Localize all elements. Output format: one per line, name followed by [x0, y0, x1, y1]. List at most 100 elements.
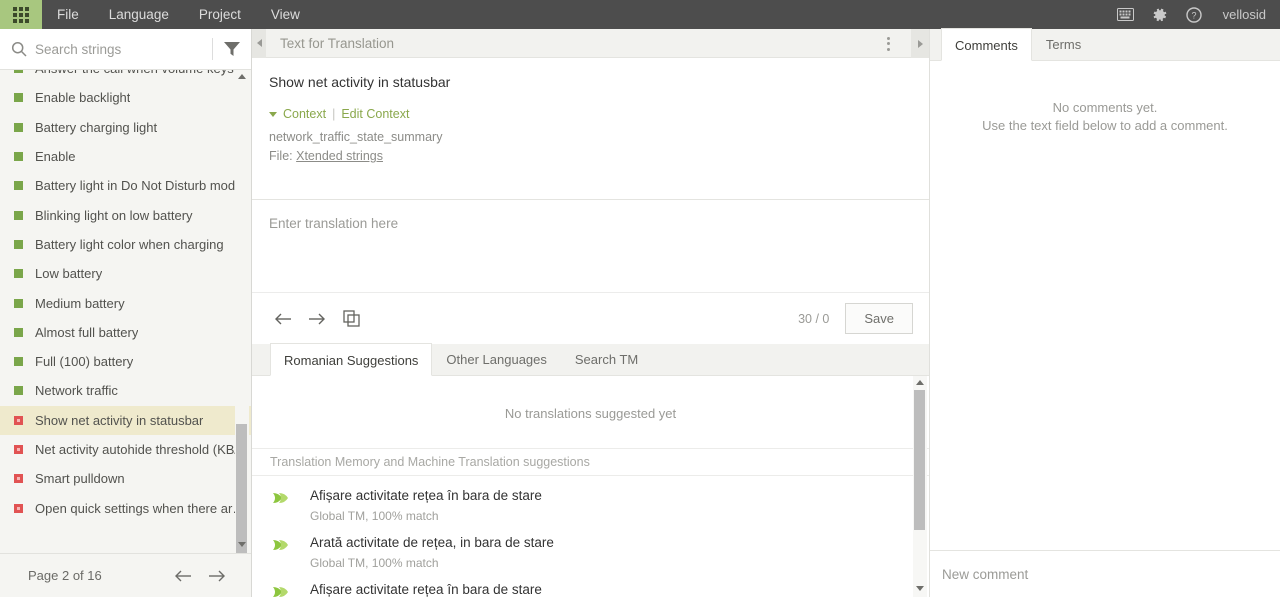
- list-item-selected[interactable]: Show net activity in statusbar: [0, 405, 251, 435]
- menu-file[interactable]: File: [42, 0, 94, 29]
- comments-tabs: Comments Terms: [930, 28, 1280, 61]
- suggestion-tabs: Romanian Suggestions Other Languages Sea…: [252, 343, 929, 376]
- collapse-right-panel-icon[interactable]: [911, 29, 929, 58]
- list-item[interactable]: Open quick settings when there are ...: [0, 493, 251, 522]
- translation-memory-icon: [270, 537, 290, 553]
- help-icon[interactable]: ?: [1177, 0, 1211, 29]
- tab-other-languages[interactable]: Other Languages: [432, 343, 560, 375]
- comments-empty-line2: Use the text field below to add a commen…: [982, 117, 1228, 133]
- copy-source-icon[interactable]: [338, 306, 364, 332]
- suggestion-item[interactable]: Afișare activitate rețea în bara de star…: [252, 476, 929, 523]
- tab-search-tm[interactable]: Search TM: [561, 343, 652, 375]
- context-key-text: network_traffic_state_summary: [269, 130, 443, 144]
- list-item[interactable]: Enable: [0, 142, 251, 171]
- filter-icon[interactable]: [213, 29, 251, 70]
- scroll-down-arrow[interactable]: [238, 542, 247, 549]
- new-comment-input[interactable]: [942, 566, 1260, 582]
- menu-view[interactable]: View: [256, 0, 315, 29]
- list-item-label: Full (100) battery: [35, 354, 134, 370]
- list-item[interactable]: Enable backlight: [0, 83, 251, 112]
- more-options-icon[interactable]: [877, 29, 899, 58]
- source-header: Text for Translation: [252, 28, 929, 58]
- scroll-down-arrow[interactable]: [916, 586, 925, 593]
- suggestions-scrollbar[interactable]: [913, 376, 927, 597]
- edit-context-link[interactable]: Edit Context: [341, 107, 409, 121]
- search-icon: [11, 41, 27, 57]
- list-item[interactable]: Low battery: [0, 259, 251, 288]
- status-marker: [14, 239, 23, 249]
- suggestions-panel[interactable]: No translations suggested yet Translatio…: [252, 376, 929, 597]
- tm-section-label: Translation Memory and Machine Translati…: [252, 448, 929, 476]
- suggestion-content: Afișare activitate rețea în bara de star…: [310, 488, 542, 523]
- tab-romanian-suggestions[interactable]: Romanian Suggestions: [270, 343, 433, 376]
- file-label: File:: [269, 149, 293, 163]
- previous-page-arrow-icon[interactable]: [171, 564, 195, 588]
- grid-apps-icon: [13, 6, 29, 23]
- list-item[interactable]: Battery light in Do Not Disturb mode: [0, 171, 251, 200]
- list-item[interactable]: Answer the call when volume keys p...: [0, 70, 251, 83]
- save-button[interactable]: Save: [845, 303, 913, 334]
- previous-string-arrow-icon[interactable]: [270, 306, 296, 332]
- scrollbar-thumb[interactable]: [914, 390, 925, 530]
- list-item[interactable]: Battery charging light: [0, 113, 251, 142]
- tab-terms[interactable]: Terms: [1032, 28, 1095, 60]
- list-item[interactable]: Medium battery: [0, 288, 251, 317]
- suggestion-content: Afișare activitate rețea în bara de star…: [310, 582, 542, 597]
- comments-empty-line1: No comments yet.: [1052, 100, 1158, 115]
- scroll-up-arrow[interactable]: [238, 74, 247, 81]
- translation-memory-icon: [270, 584, 290, 597]
- list-item[interactable]: Full (100) battery: [0, 347, 251, 376]
- context-file-row: File: Xtended strings: [269, 149, 929, 163]
- status-marker: [14, 445, 23, 454]
- chevron-down-icon[interactable]: [269, 111, 277, 117]
- comments-panel: Comments Terms No comments yet. Use the …: [929, 28, 1280, 597]
- source-string-text: Show net activity in statusbar: [269, 74, 451, 90]
- sidebar-scrollbar[interactable]: [235, 70, 249, 553]
- file-link[interactable]: Xtended strings: [296, 149, 383, 163]
- strings-list[interactable]: Answer the call when volume keys p... En…: [0, 70, 251, 553]
- search-input[interactable]: [35, 41, 212, 57]
- menu-language[interactable]: Language: [94, 0, 184, 29]
- context-row: Context | Edit Context: [269, 107, 929, 121]
- comments-body: No comments yet. Use the text field belo…: [930, 61, 1280, 550]
- list-item-label: Enable backlight: [35, 90, 131, 106]
- translation-editor: Text for Translation Show net activity i…: [252, 28, 929, 597]
- translation-input[interactable]: [269, 216, 896, 276]
- suggestion-item[interactable]: Arată activitate de rețea, in bara de st…: [252, 523, 929, 570]
- source-text-block: Show net activity in statusbar Context |…: [252, 58, 929, 200]
- user-menu[interactable]: vellosid: [1223, 7, 1266, 22]
- gear-icon[interactable]: [1143, 0, 1177, 29]
- strings-sidebar: Answer the call when volume keys p... En…: [0, 29, 252, 597]
- context-separator: |: [332, 107, 336, 121]
- status-marker: [14, 181, 23, 191]
- menu-project[interactable]: Project: [184, 0, 256, 29]
- list-item[interactable]: Network traffic: [0, 376, 251, 405]
- tab-comments[interactable]: Comments: [941, 28, 1032, 61]
- list-item-label: Network traffic: [35, 383, 118, 399]
- list-item[interactable]: Smart pulldown: [0, 464, 251, 493]
- strings-scroll-content: Answer the call when volume keys p... En…: [0, 70, 251, 553]
- collapse-left-panel-icon[interactable]: [252, 28, 266, 58]
- search-bar: [0, 29, 251, 70]
- next-string-arrow-icon[interactable]: [304, 306, 330, 332]
- list-item[interactable]: Blinking light on low battery: [0, 200, 251, 229]
- context-toggle-link[interactable]: Context: [283, 107, 326, 121]
- next-page-arrow-icon[interactable]: [205, 564, 229, 588]
- list-item-label: Smart pulldown: [35, 471, 125, 487]
- page-indicator: Page 2 of 16: [28, 568, 102, 583]
- list-item[interactable]: Net activity autohide threshold (KB/s): [0, 435, 251, 464]
- scrollbar-thumb[interactable]: [236, 424, 247, 553]
- comments-empty-message: No comments yet. Use the text field belo…: [930, 61, 1280, 134]
- grid-apps-logo[interactable]: [0, 0, 42, 29]
- suggestion-text: Afișare activitate rețea în bara de star…: [310, 488, 542, 503]
- keyboard-icon[interactable]: [1109, 0, 1143, 29]
- status-marker: [14, 70, 23, 74]
- status-marker: [14, 298, 23, 308]
- suggestion-item[interactable]: Afișare activitate rețea în bara de star…: [252, 570, 929, 597]
- list-item-label: Blinking light on low battery: [35, 207, 193, 223]
- scroll-up-arrow[interactable]: [916, 380, 925, 387]
- list-item-label: Battery light in Do Not Disturb mode: [35, 178, 243, 194]
- list-item[interactable]: Battery light color when charging: [0, 230, 251, 259]
- list-item[interactable]: Almost full battery: [0, 318, 251, 347]
- list-item-label: Open quick settings when there are ...: [35, 500, 251, 516]
